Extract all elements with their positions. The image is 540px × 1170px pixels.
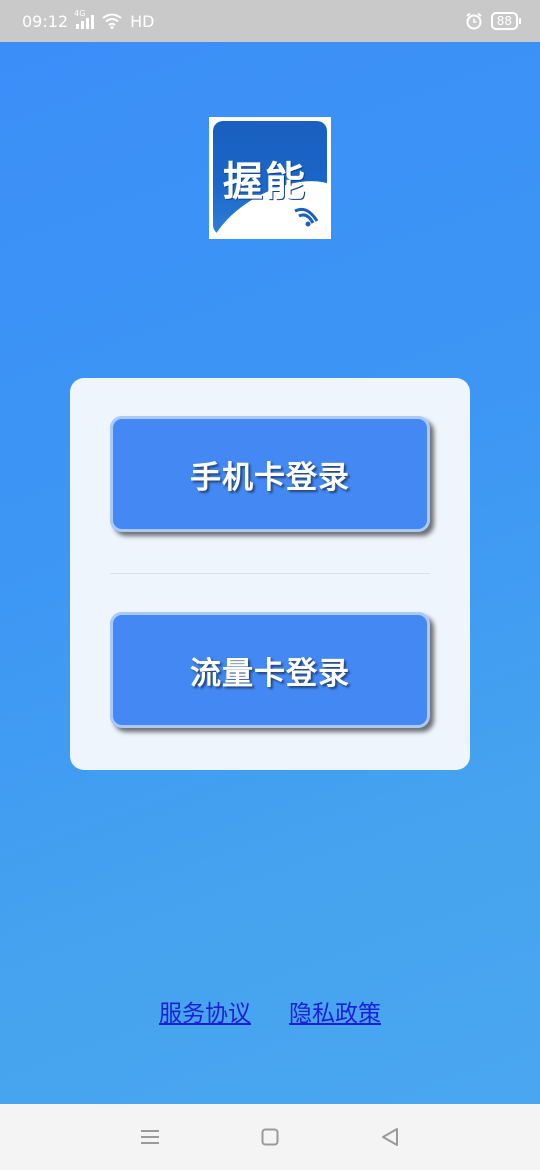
back-icon[interactable] bbox=[370, 1117, 410, 1157]
status-time: 09:12 bbox=[22, 11, 69, 31]
data-card-login-button[interactable]: 流量卡登录 bbox=[110, 612, 430, 728]
battery-icon: 88 bbox=[490, 12, 522, 30]
signal-icon: 4G bbox=[74, 9, 95, 29]
menu-icon[interactable] bbox=[130, 1117, 170, 1157]
status-bar: 09:12 4G HD 88 bbox=[0, 0, 540, 42]
hd-label: HD bbox=[130, 11, 155, 31]
alarm-icon bbox=[466, 12, 482, 30]
navigation-bar bbox=[0, 1104, 540, 1170]
battery-level: 88 bbox=[496, 14, 512, 28]
home-icon[interactable] bbox=[250, 1117, 290, 1157]
network-type: 4G bbox=[74, 9, 86, 18]
status-right: 88 bbox=[465, 12, 522, 30]
footer-links: 服务协议 隐私政策 bbox=[0, 994, 540, 1028]
main-content: 握能 手机卡登录 流量卡登录 服务协议 隐私政策 bbox=[0, 42, 540, 1104]
service-agreement-link[interactable]: 服务协议 bbox=[159, 994, 251, 1028]
sim-card-login-button[interactable]: 手机卡登录 bbox=[110, 416, 430, 532]
logo-background: 握能 bbox=[213, 121, 327, 235]
logo-wifi-icon bbox=[294, 207, 319, 227]
privacy-policy-link[interactable]: 隐私政策 bbox=[289, 994, 381, 1028]
app-logo-icon: 握能 bbox=[209, 117, 331, 239]
status-left: 09:12 4G HD bbox=[22, 9, 155, 31]
wifi-icon bbox=[102, 13, 122, 29]
card-divider bbox=[110, 573, 430, 574]
login-card: 手机卡登录 流量卡登录 bbox=[70, 378, 470, 770]
